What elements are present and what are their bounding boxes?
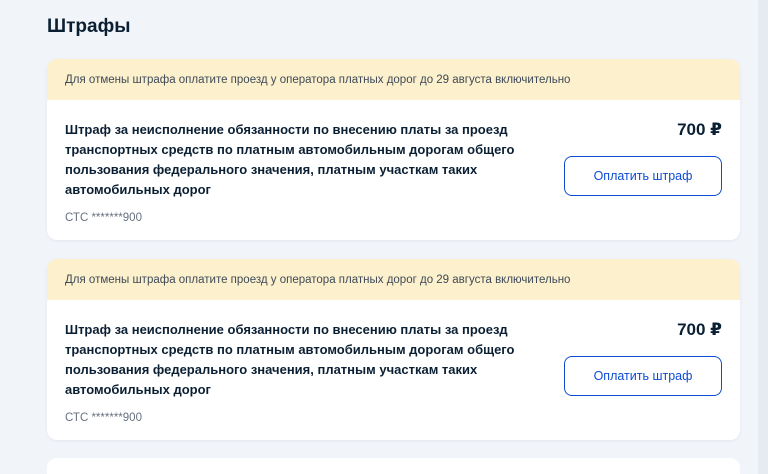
pay-fine-button[interactable]: Оплатить штраф: [564, 156, 722, 196]
fine-notice: Для отмены штрафа оплатите проезд у опер…: [47, 59, 740, 100]
fines-page: Штрафы Для отмены штрафа оплатите проезд…: [0, 0, 768, 474]
fine-amount: 700 ₽: [677, 320, 722, 339]
fine-card: Для отмены штрафа оплатите проезд у опер…: [47, 59, 740, 240]
fine-description: Штраф за неисполнение обязанности по вне…: [65, 122, 515, 197]
fine-card-partial: [47, 458, 740, 474]
page-title: Штрафы: [47, 16, 131, 37]
fine-amount: 700 ₽: [677, 120, 722, 139]
fine-card-body: Штраф за неисполнение обязанности по вне…: [47, 100, 740, 240]
fine-card: Для отмены штрафа оплатите проезд у опер…: [47, 259, 740, 440]
fine-document: СТС *******900: [65, 212, 142, 224]
fine-card-body: Штраф за неисполнение обязанности по вне…: [47, 300, 740, 440]
fine-notice: Для отмены штрафа оплатите проезд у опер…: [47, 259, 740, 300]
fine-description: Штраф за неисполнение обязанности по вне…: [65, 322, 515, 397]
side-panel-edge: [758, 0, 768, 474]
fine-document: СТС *******900: [65, 412, 142, 424]
pay-fine-button[interactable]: Оплатить штраф: [564, 356, 722, 396]
